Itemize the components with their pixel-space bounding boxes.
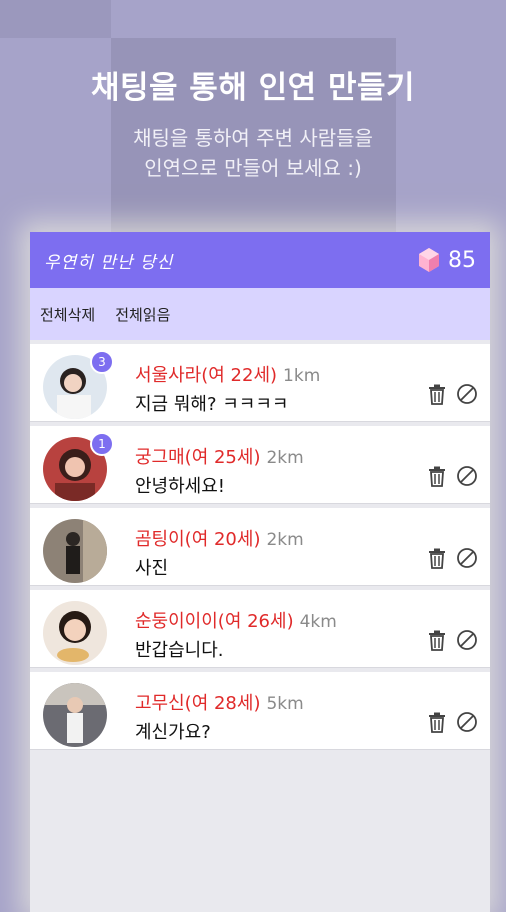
trash-icon[interactable] <box>426 629 448 651</box>
avatar-photo <box>43 519 107 583</box>
chat-distance: 5km <box>266 694 304 714</box>
chat-last-message: 계신가요? <box>135 722 211 743</box>
points-value: 85 <box>448 247 476 273</box>
chat-item[interactable]: 순둥이이이(여 26세) 4km 반갑습니다. <box>30 590 490 668</box>
chat-last-message: 반갑습니다. <box>135 640 224 661</box>
chat-name: 곰팅이(여 20세) <box>135 529 261 550</box>
chat-actions <box>418 547 478 569</box>
unread-badge: 3 <box>90 350 114 374</box>
gem-icon <box>419 248 439 272</box>
hero-subtitle-line1: 채팅을 통하여 주변 사람들을 <box>133 126 373 150</box>
chat-list-card: 우연히 만난 당신 85 전체삭제 전체읽음 3 서울사라(여 22세) 1km… <box>30 232 490 912</box>
block-icon[interactable] <box>456 711 478 733</box>
trash-icon[interactable] <box>426 465 448 487</box>
trash-icon[interactable] <box>426 383 448 405</box>
read-all-button[interactable]: 전체읽음 <box>115 304 170 325</box>
avatar[interactable] <box>43 519 107 583</box>
trash-icon[interactable] <box>426 711 448 733</box>
card-header: 우연히 만난 당신 85 <box>30 232 490 288</box>
chat-name: 궁그매(여 25세) <box>135 447 261 468</box>
block-icon[interactable] <box>456 629 478 651</box>
points-display[interactable]: 85 <box>418 247 476 273</box>
chat-actions <box>418 465 478 487</box>
chat-item[interactable]: 1 궁그매(여 25세) 2km 안녕하세요! <box>30 426 490 504</box>
chat-name-row: 고무신(여 28세) 5km <box>135 689 304 715</box>
chat-name: 서울사라(여 22세) <box>135 365 278 386</box>
avatar-photo <box>43 601 107 665</box>
unread-badge: 1 <box>90 432 114 456</box>
chat-name-row: 곰팅이(여 20세) 2km <box>135 525 304 551</box>
chat-distance: 4km <box>299 612 337 632</box>
chat-list: 3 서울사라(여 22세) 1km 지금 뭐해? ㅋㅋㅋㅋ 1 궁그매(여 25… <box>30 340 490 750</box>
trash-icon[interactable] <box>426 547 448 569</box>
chat-name-row: 순둥이이이(여 26세) 4km <box>135 607 337 633</box>
chat-name-row: 서울사라(여 22세) 1km <box>135 361 320 387</box>
hero-subtitle: 채팅을 통하여 주변 사람들을 인연으로 만들어 보세요 :) <box>0 123 506 183</box>
chat-distance: 1km <box>283 366 321 386</box>
chat-distance: 2km <box>266 530 304 550</box>
hero-title: 채팅을 통해 인연 만들기 <box>90 70 416 106</box>
chat-actions <box>418 711 478 733</box>
chat-last-message: 사진 <box>135 558 169 579</box>
toolbar: 전체삭제 전체읽음 <box>30 288 490 340</box>
block-icon[interactable] <box>456 465 478 487</box>
chat-item[interactable]: 3 서울사라(여 22세) 1km 지금 뭐해? ㅋㅋㅋㅋ <box>30 344 490 422</box>
hero-subtitle-line2: 인연으로 만들어 보세요 :) <box>144 156 362 180</box>
chat-actions <box>418 629 478 651</box>
chat-item[interactable]: 고무신(여 28세) 5km 계신가요? <box>30 672 490 750</box>
chat-name: 고무신(여 28세) <box>135 693 261 714</box>
chat-last-message: 안녕하세요! <box>135 476 226 497</box>
chat-name: 순둥이이이(여 26세) <box>135 611 294 632</box>
avatar-photo <box>43 683 107 747</box>
chat-last-message: 지금 뭐해? ㅋㅋㅋㅋ <box>135 394 289 415</box>
card-title: 우연히 만난 당신 <box>44 252 174 273</box>
chat-distance: 2km <box>266 448 304 468</box>
background-block <box>0 0 111 38</box>
avatar[interactable] <box>43 601 107 665</box>
block-icon[interactable] <box>456 547 478 569</box>
block-icon[interactable] <box>456 383 478 405</box>
delete-all-button[interactable]: 전체삭제 <box>40 304 95 325</box>
chat-item[interactable]: 곰팅이(여 20세) 2km 사진 <box>30 508 490 586</box>
chat-actions <box>418 383 478 405</box>
avatar[interactable] <box>43 683 107 747</box>
chat-name-row: 궁그매(여 25세) 2km <box>135 443 304 469</box>
